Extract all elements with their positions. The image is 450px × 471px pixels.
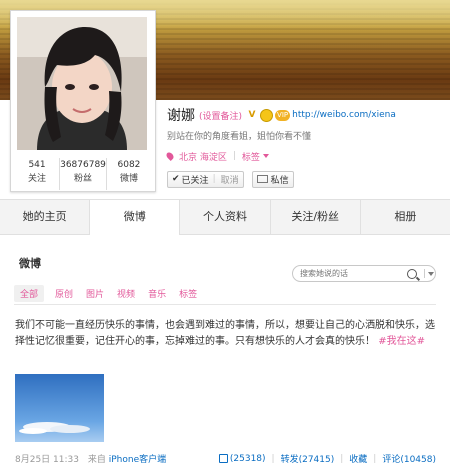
post-image-sky[interactable] <box>15 374 104 442</box>
separator: | <box>232 151 236 161</box>
favorite-link[interactable]: 收藏 <box>349 452 367 465</box>
tags-dropdown[interactable]: 标签 <box>242 150 260 163</box>
profile-card: 541 关注 36876789 粉丝 6082 微博 <box>10 10 156 192</box>
followed-button[interactable]: ✔ 已关注 | 取消 <box>167 170 244 188</box>
filter-tags[interactable]: 标签 <box>179 287 197 300</box>
followed-label: 已关注 <box>181 175 209 186</box>
stat-posts-count: 6082 <box>117 160 141 170</box>
profile-name-row: 谢娜 (设置备注) V VIP http://weibo.com/xiena <box>167 106 396 124</box>
like-count[interactable]: (25318) <box>230 454 266 464</box>
avatar[interactable] <box>17 17 147 150</box>
separator: | <box>212 174 216 184</box>
post-time[interactable]: 8月25日 11:33 <box>15 455 79 465</box>
stat-following-count: 541 <box>28 160 46 170</box>
post-text: 我们不可能一直经历快乐的事情，也会遇到难过的事情，所以，想要让自己的心洒脱和快乐… <box>15 320 435 347</box>
tab-profile-info[interactable]: 个人资料 <box>180 200 271 234</box>
verified-v-icon: V <box>248 110 256 120</box>
vip-badge-icon[interactable]: VIP <box>275 109 291 121</box>
filter-original[interactable]: 原创 <box>55 287 73 300</box>
section-title: 微博 <box>19 257 41 270</box>
divider <box>424 269 425 278</box>
stat-followers-count: 36876789 <box>60 160 106 170</box>
comment-link[interactable]: 评论(10458) <box>382 452 436 465</box>
filter-all[interactable]: 全部 <box>14 285 45 302</box>
filter-images[interactable]: 图片 <box>86 287 104 300</box>
post-filters: 全部 原创 图片 视频 音乐 标签 <box>14 285 210 302</box>
profile-stats: 541 关注 36876789 粉丝 6082 微博 <box>15 158 151 190</box>
location-text[interactable]: 北京 海淀区 <box>179 150 227 163</box>
chevron-down-icon[interactable] <box>428 271 434 276</box>
filter-music[interactable]: 音乐 <box>148 287 166 300</box>
post-actions: (25318) | 转发(27415) | 收藏 | 评论(10458) <box>218 452 436 465</box>
filter-videos[interactable]: 视频 <box>117 287 135 300</box>
chevron-down-icon[interactable] <box>262 154 269 158</box>
separator: | <box>340 453 344 464</box>
profile-nav: 她的主页 微博 个人资料 关注/粉丝 相册 <box>0 199 450 235</box>
divider <box>14 304 436 305</box>
stat-followers-label: 粉丝 <box>73 174 92 184</box>
message-label: 私信 <box>270 175 289 186</box>
location-pin-icon <box>165 151 175 161</box>
profile-bio: 别站在你的角度看姐，姐怕你看不懂 <box>167 132 312 142</box>
location-row: 北京 海淀区 | 标签 <box>165 149 269 163</box>
profile-actions: ✔ 已关注 | 取消 私信 <box>167 170 302 188</box>
search-input[interactable] <box>300 269 395 278</box>
tab-weibo[interactable]: 微博 <box>90 200 181 235</box>
stat-following-label: 关注 <box>28 174 47 184</box>
separator: | <box>373 453 377 464</box>
stat-posts-label: 微博 <box>119 174 138 184</box>
post-content: 我们不可能一直经历快乐的事情，也会遇到难过的事情，所以，想要让自己的心洒脱和快乐… <box>15 318 438 350</box>
envelope-icon <box>256 175 268 183</box>
stat-following[interactable]: 541 关注 <box>15 158 61 190</box>
unfollow-link[interactable]: 取消 <box>221 173 239 186</box>
smiley-badge-icon <box>260 108 274 122</box>
profile-name: 谢娜 <box>167 108 195 124</box>
stat-posts[interactable]: 6082 微博 <box>107 158 151 190</box>
thumbs-up-icon[interactable] <box>218 454 228 463</box>
separator: | <box>271 453 275 464</box>
post-search-box[interactable] <box>292 265 436 282</box>
tab-album[interactable]: 相册 <box>361 200 450 234</box>
check-icon: ✔ <box>172 174 180 184</box>
profile-url-link[interactable]: http://weibo.com/xiena <box>292 110 396 120</box>
message-button[interactable]: 私信 <box>251 170 294 188</box>
stat-followers[interactable]: 36876789 粉丝 <box>60 158 107 190</box>
post-meta: 8月25日 11:33 来自 iPhone客户端 <box>15 452 166 465</box>
tab-home[interactable]: 她的主页 <box>0 200 91 234</box>
tab-follow-fans[interactable]: 关注/粉丝 <box>271 200 361 234</box>
set-remark-link[interactable]: (设置备注) <box>199 109 242 122</box>
search-icon[interactable] <box>407 268 417 279</box>
hashtag-link[interactable]: #我在这# <box>378 336 425 347</box>
post-footer: 8月25日 11:33 来自 iPhone客户端 (25318) | 转发(27… <box>15 452 436 466</box>
post-source-link[interactable]: iPhone客户端 <box>109 455 166 465</box>
repost-link[interactable]: 转发(27415) <box>281 452 335 465</box>
post-source-prefix: 来自 <box>87 455 106 465</box>
